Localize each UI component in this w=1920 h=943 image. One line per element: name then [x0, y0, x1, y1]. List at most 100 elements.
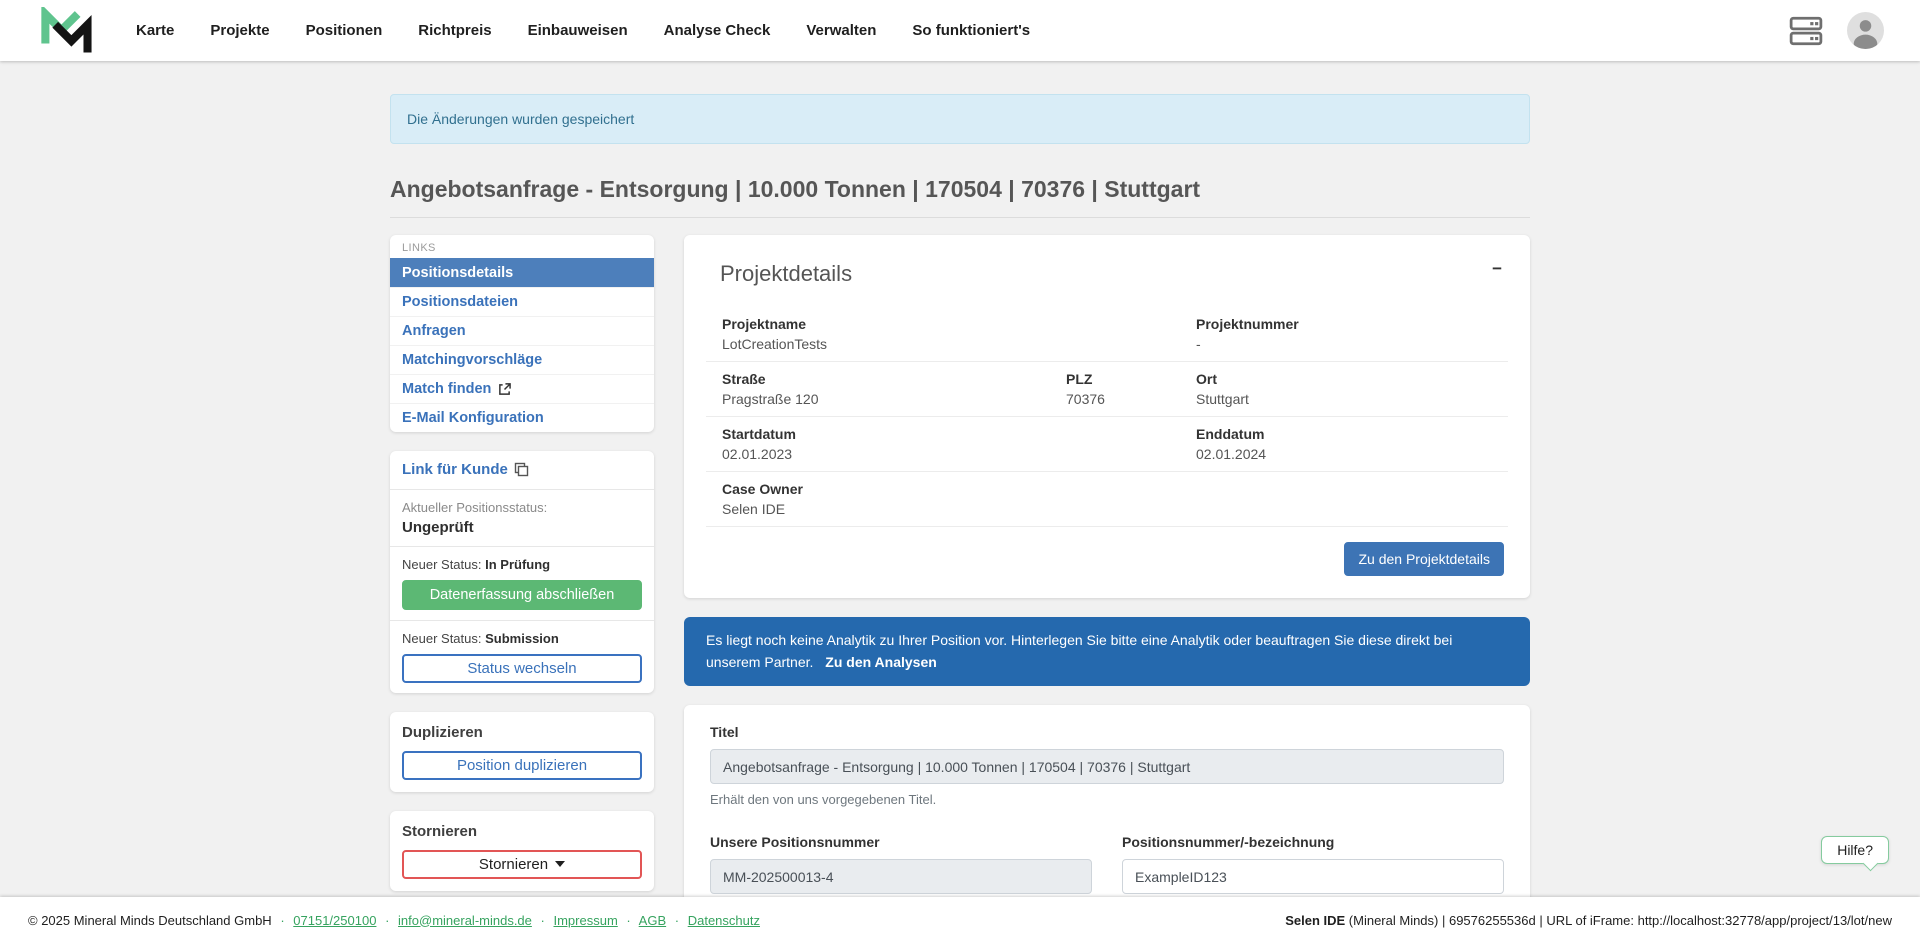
title-help-text: Erhält den von uns vorgegebenen Titel.: [710, 792, 1504, 807]
nav-item-projekte[interactable]: Projekte: [210, 22, 269, 39]
main-navigation: Karte Projekte Positionen Richtpreis Ein…: [136, 22, 1030, 39]
user-avatar-icon[interactable]: [1847, 12, 1884, 49]
field-value: 70376: [1066, 391, 1196, 407]
go-to-project-details-button[interactable]: Zu den Projektdetails: [1344, 542, 1504, 576]
nav-item-positionen[interactable]: Positionen: [306, 22, 383, 39]
field-plz: PLZ 70376: [1066, 371, 1196, 407]
go-to-analyses-link[interactable]: Zu den Analysen: [825, 654, 937, 670]
saved-notification: Die Änderungen wurden gespeichert: [390, 94, 1530, 144]
external-link-icon: [498, 383, 511, 396]
sidebar-item-label: Positionsdateien: [402, 294, 518, 310]
field-projektnummer: Projektnummer -: [1196, 316, 1492, 352]
sidebar-item-email-konfiguration[interactable]: E-Mail Konfiguration: [390, 403, 654, 432]
next-status-value: Submission: [485, 631, 559, 646]
sidebar-item-match-finden[interactable]: Match finden: [390, 374, 654, 403]
duplicate-position-button[interactable]: Position duplizieren: [402, 751, 642, 780]
field-label: Enddatum: [1196, 426, 1492, 442]
field-ort: Ort Stuttgart: [1196, 371, 1492, 407]
complete-data-entry-button[interactable]: Datenerfassung abschließen: [402, 580, 642, 610]
footer-link-datenschutz[interactable]: Datenschutz: [688, 913, 760, 928]
footer-link-phone[interactable]: 07151/250100: [293, 913, 376, 928]
field-label: Projektname: [722, 316, 1066, 332]
current-status-label: Aktueller Positionsstatus:: [402, 500, 642, 515]
top-navigation-bar: Karte Projekte Positionen Richtpreis Ein…: [0, 0, 1920, 61]
mineral-minds-logo-icon[interactable]: [40, 7, 92, 55]
field-label: PLZ: [1066, 371, 1196, 387]
field-case-owner: Case Owner Selen IDE: [722, 481, 1066, 517]
field-label: Projektnummer: [1196, 316, 1492, 332]
nav-item-einbauweisen[interactable]: Einbauweisen: [528, 22, 628, 39]
sidebar-item-anfragen[interactable]: Anfragen: [390, 316, 654, 345]
footer-copyright: © 2025 Mineral Minds Deutschland GmbH: [28, 913, 272, 928]
position-form-card: Titel Erhält den von uns vorgegebenen Ti…: [684, 705, 1530, 897]
position-number-label: Positionsnummer/-bezeichnung: [1122, 834, 1504, 850]
sidebar-item-label: Matchingvorschläge: [402, 352, 542, 368]
current-status-value: Ungeprüft: [402, 519, 642, 536]
server-storage-icon[interactable]: [1789, 16, 1823, 46]
footer-link-impressum[interactable]: Impressum: [553, 913, 617, 928]
project-fields: Projektname LotCreationTests Projektnumm…: [706, 307, 1508, 527]
footer-separator: ·: [626, 913, 630, 928]
switch-status-button[interactable]: Status wechseln: [402, 654, 642, 683]
footer-separator: ·: [675, 913, 679, 928]
nav-item-karte[interactable]: Karte: [136, 22, 174, 39]
footer-session-info: Selen IDE (Mineral Minds) | 69576255536d…: [1285, 913, 1892, 928]
links-card: LINKS Positionsdetails Positionsdateien …: [390, 235, 654, 432]
caret-down-icon: [555, 861, 565, 867]
field-label: Startdatum: [722, 426, 1066, 442]
sidebar-item-label: Match finden: [402, 381, 491, 397]
sidebar: LINKS Positionsdetails Positionsdateien …: [390, 235, 654, 897]
field-label: Ort: [1196, 371, 1492, 387]
analytics-info-banner: Es liegt noch keine Analytik zu Ihrer Po…: [684, 617, 1530, 686]
customer-link-label: Link für Kunde: [402, 461, 508, 478]
page-title: Angebotsanfrage - Entsorgung | 10.000 To…: [390, 176, 1530, 218]
footer-separator: ·: [280, 913, 284, 928]
field-strasse: Straße Pragstraße 120: [722, 371, 1066, 407]
sidebar-item-positionsdetails[interactable]: Positionsdetails: [390, 258, 654, 287]
copy-icon: [514, 462, 529, 477]
footer-separator: ·: [541, 913, 545, 928]
sidebar-item-label: E-Mail Konfiguration: [402, 410, 544, 426]
field-value: 02.01.2024: [1196, 446, 1492, 462]
footer: © 2025 Mineral Minds Deutschland GmbH · …: [0, 897, 1920, 943]
footer-link-email[interactable]: info@mineral-minds.de: [398, 913, 532, 928]
title-field-label: Titel: [710, 724, 1504, 740]
field-value: -: [1196, 336, 1492, 352]
footer-link-agb[interactable]: AGB: [639, 913, 666, 928]
field-value: Stuttgart: [1196, 391, 1492, 407]
title-input: [710, 749, 1504, 784]
cancel-card: Stornieren Stornieren: [390, 811, 654, 891]
footer-meta: (Mineral Minds) | 69576255536d | URL of …: [1349, 913, 1892, 928]
position-number-input[interactable]: [1122, 859, 1504, 894]
nav-item-richtpreis[interactable]: Richtpreis: [418, 22, 491, 39]
field-value: Selen IDE: [722, 501, 1066, 517]
field-projektname: Projektname LotCreationTests: [722, 316, 1066, 352]
nav-item-verwalten[interactable]: Verwalten: [806, 22, 876, 39]
duplicate-card: Duplizieren Position duplizieren: [390, 712, 654, 792]
next-status-value: In Prüfung: [485, 557, 550, 572]
sidebar-item-positionsdateien[interactable]: Positionsdateien: [390, 287, 654, 316]
field-value: Pragstraße 120: [722, 391, 1066, 407]
customer-link[interactable]: Link für Kunde: [402, 461, 529, 478]
analytics-banner-text: Es liegt noch keine Analytik zu Ihrer Po…: [706, 632, 1452, 670]
next-status-prefix: Neuer Status:: [402, 631, 482, 646]
sidebar-item-matchingvorschlaege[interactable]: Matchingvorschläge: [390, 345, 654, 374]
field-enddatum: Enddatum 02.01.2024: [1196, 426, 1492, 462]
next-status-line: Neuer Status: In Prüfung: [402, 557, 642, 572]
next-status-line-2: Neuer Status: Submission: [402, 631, 642, 646]
page-body: Die Änderungen wurden gespeichert Angebo…: [0, 61, 1920, 897]
footer-separator: ·: [385, 913, 389, 928]
nav-item-so-funktionierts[interactable]: So funktioniert's: [912, 22, 1030, 39]
field-value: LotCreationTests: [722, 336, 1066, 352]
sidebar-item-label: Anfragen: [402, 323, 466, 339]
our-position-number-label: Unsere Positionsnummer: [710, 834, 1092, 850]
collapse-card-button[interactable]: −: [1492, 259, 1502, 279]
field-label: Straße: [722, 371, 1066, 387]
saved-notification-text: Die Änderungen wurden gespeichert: [407, 111, 634, 127]
help-button[interactable]: Hilfe?: [1821, 836, 1889, 864]
links-card-header: LINKS: [390, 235, 654, 258]
cancel-dropdown-button[interactable]: Stornieren: [402, 850, 642, 879]
status-card: Link für Kunde Aktueller Positionsstatus…: [390, 451, 654, 693]
field-value: 02.01.2023: [722, 446, 1066, 462]
nav-item-analyse-check[interactable]: Analyse Check: [664, 22, 771, 39]
